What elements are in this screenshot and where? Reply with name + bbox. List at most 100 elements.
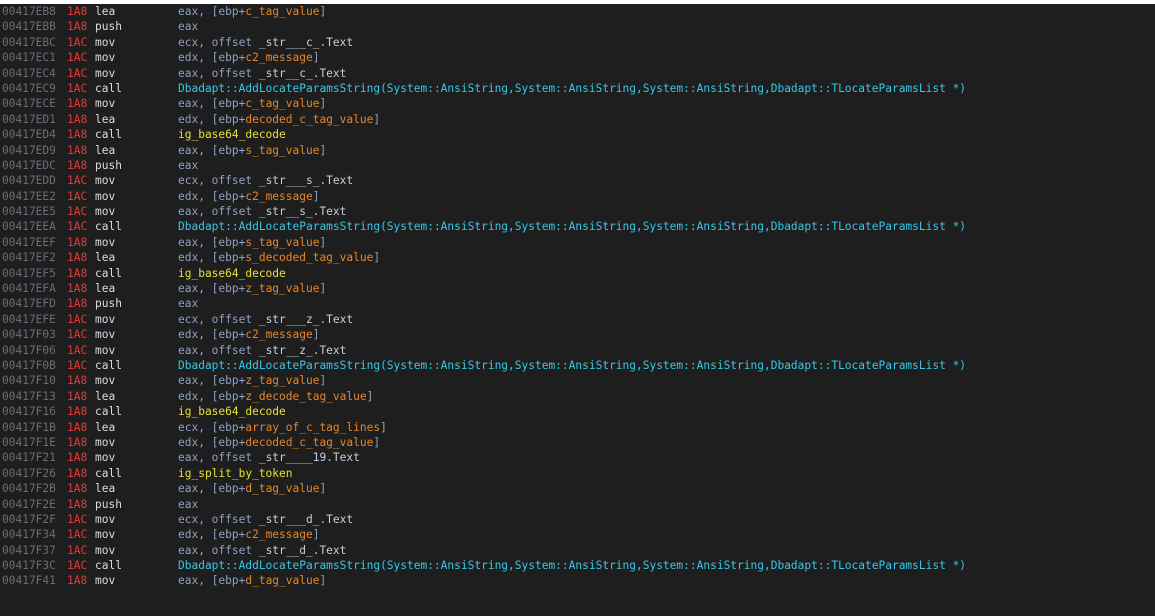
mnemonic[interactable]: mov (95, 50, 115, 65)
mnemonic[interactable]: push (95, 158, 122, 173)
operand-symbol[interactable]: d_tag_value (245, 574, 319, 587)
operand-function[interactable]: ig_split_by_token (178, 467, 293, 480)
address-label[interactable]: 00417EEF (2, 235, 56, 250)
operand-function[interactable]: ig_base64_decode (178, 405, 286, 418)
operand-string-ref[interactable]: _str___d_.Text (259, 513, 353, 526)
address-label[interactable]: 00417F2F (2, 512, 56, 527)
operand-api-call[interactable]: Dbadapt::AddLocateParamsString(System::A… (178, 82, 966, 95)
address-label[interactable]: 00417F41 (2, 573, 56, 588)
address-label[interactable]: 00417F16 (2, 404, 56, 419)
disasm-line[interactable]: 00417F0B 1AC call Dbadapt::AddLocateParamsS… (0, 358, 1155, 373)
mnemonic[interactable]: lea (95, 281, 115, 296)
disasm-line[interactable]: 00417EF2 1A8 lea edx, [ebp+s_decoded_tag_va… (0, 250, 1155, 265)
disasm-line[interactable]: 00417EC4 1AC mov eax, offset _str__c_.Text (0, 66, 1155, 81)
mnemonic[interactable]: mov (95, 327, 115, 342)
operand-symbol[interactable]: c2_message (245, 190, 312, 203)
mnemonic[interactable]: push (95, 19, 122, 34)
disasm-line[interactable]: 00417F21 1A8 mov eax, offset _str____19.Tex… (0, 450, 1155, 465)
operand-symbol[interactable]: z_tag_value (245, 374, 319, 387)
address-label[interactable]: 00417EDC (2, 158, 56, 173)
mnemonic[interactable]: mov (95, 527, 115, 542)
address-label[interactable]: 00417ED9 (2, 143, 56, 158)
operand-symbol[interactable]: decoded_c_tag_value (245, 436, 373, 449)
operand-string-ref[interactable]: _str__s_.Text (259, 205, 347, 218)
mnemonic[interactable]: mov (95, 573, 115, 588)
mnemonic[interactable]: call (95, 466, 122, 481)
address-label[interactable]: 00417EBB (2, 19, 56, 34)
mnemonic[interactable]: mov (95, 189, 115, 204)
address-label[interactable]: 00417EFA (2, 281, 56, 296)
mnemonic[interactable]: lea (95, 112, 115, 127)
address-label[interactable]: 00417EE5 (2, 204, 56, 219)
address-label[interactable]: 00417EB8 (2, 4, 56, 19)
disasm-line[interactable]: 00417F06 1AC mov eax, offset _str__z_.Text (0, 343, 1155, 358)
address-label[interactable]: 00417EBC (2, 35, 56, 50)
operand-symbol[interactable]: c2_message (245, 528, 312, 541)
disasm-line[interactable]: 00417EDD 1AC mov ecx, offset _str___s_.Text (0, 173, 1155, 188)
mnemonic[interactable]: mov (95, 96, 115, 111)
operand-string-ref[interactable]: _str__d_.Text (259, 544, 347, 557)
mnemonic[interactable]: call (95, 358, 122, 373)
operand-symbol[interactable]: s_decoded_tag_value (245, 251, 373, 264)
disasm-line[interactable]: 00417EF5 1A8 call ig_base64_decode (0, 266, 1155, 281)
operand-string-ref[interactable]: _str__c_.Text (259, 67, 347, 80)
mnemonic[interactable]: lea (95, 4, 115, 19)
operand-string-ref[interactable]: _str__z_.Text (259, 344, 347, 357)
mnemonic[interactable]: lea (95, 481, 115, 496)
mnemonic[interactable]: call (95, 266, 122, 281)
mnemonic[interactable]: push (95, 497, 122, 512)
operand-symbol[interactable]: c_tag_value (245, 5, 319, 18)
mnemonic[interactable]: mov (95, 204, 115, 219)
address-label[interactable]: 00417F03 (2, 327, 56, 342)
mnemonic[interactable]: mov (95, 512, 115, 527)
disasm-line[interactable]: 00417F10 1A8 mov eax, [ebp+z_tag_value] (0, 373, 1155, 388)
disasm-line[interactable]: 00417F2E 1A8 push eax (0, 497, 1155, 512)
address-label[interactable]: 00417F2E (2, 497, 56, 512)
mnemonic[interactable]: mov (95, 450, 115, 465)
operand-symbol[interactable]: d_tag_value (245, 482, 319, 495)
disasm-line[interactable]: 00417EEF 1A8 mov eax, [ebp+s_tag_value] (0, 235, 1155, 250)
disasm-line[interactable]: 00417EC1 1AC mov edx, [ebp+c2_message] (0, 50, 1155, 65)
mnemonic[interactable]: push (95, 296, 122, 311)
address-label[interactable]: 00417EC9 (2, 81, 56, 96)
operand-symbol[interactable]: z_tag_value (245, 282, 319, 295)
disasm-line[interactable]: 00417EFE 1AC mov ecx, offset _str___z_.Text (0, 312, 1155, 327)
mnemonic[interactable]: lea (95, 389, 115, 404)
mnemonic[interactable]: mov (95, 435, 115, 450)
mnemonic[interactable]: mov (95, 543, 115, 558)
disasm-line[interactable]: 00417EBB 1A8 push eax (0, 19, 1155, 34)
operand-symbol[interactable]: decoded_c_tag_value (245, 113, 373, 126)
address-label[interactable]: 00417EEA (2, 219, 56, 234)
mnemonic[interactable]: mov (95, 373, 115, 388)
disasm-line[interactable]: 00417EBC 1AC mov ecx, offset _str___c_.Text (0, 35, 1155, 50)
mnemonic[interactable]: mov (95, 312, 115, 327)
address-label[interactable]: 00417F3C (2, 558, 56, 573)
operand-symbol[interactable]: c2_message (245, 51, 312, 64)
mnemonic[interactable]: call (95, 404, 122, 419)
disasm-line[interactable]: 00417EC9 1AC call Dbadapt::AddLocateParamsS… (0, 81, 1155, 96)
address-label[interactable]: 00417EC1 (2, 50, 56, 65)
disasm-line[interactable]: 00417EEA 1AC call Dbadapt::AddLocateParamsS… (0, 219, 1155, 234)
operand-symbol[interactable]: c_tag_value (245, 97, 319, 110)
address-label[interactable]: 00417F37 (2, 543, 56, 558)
disasm-line[interactable]: 00417F1E 1A8 mov edx, [ebp+decoded_c_tag_va… (0, 435, 1155, 450)
disasm-line[interactable]: 00417ED1 1A8 lea edx, [ebp+decoded_c_tag_va… (0, 112, 1155, 127)
address-label[interactable]: 00417F13 (2, 389, 56, 404)
disasm-line[interactable]: 00417F03 1AC mov edx, [ebp+c2_message] (0, 327, 1155, 342)
mnemonic[interactable]: call (95, 219, 122, 234)
mnemonic[interactable]: call (95, 127, 122, 142)
address-label[interactable]: 00417F0B (2, 358, 56, 373)
address-label[interactable]: 00417EE2 (2, 189, 56, 204)
operand-api-call[interactable]: Dbadapt::AddLocateParamsString(System::A… (178, 220, 966, 233)
operand-string-ref[interactable]: _str___c_.Text (259, 36, 353, 49)
operand-symbol[interactable]: array_of_c_tag_lines (245, 421, 380, 434)
disasm-line[interactable]: 00417F41 1A8 mov eax, [ebp+d_tag_value] (0, 573, 1155, 588)
disasm-line[interactable]: 00417F1B 1A8 lea ecx, [ebp+array_of_c_tag_l… (0, 420, 1155, 435)
operand-string-ref[interactable]: _str___z_.Text (259, 313, 353, 326)
disasm-line[interactable]: 00417EB8 1A8 lea eax, [ebp+c_tag_value] (0, 4, 1155, 19)
disasm-line[interactable]: 00417ED4 1A8 call ig_base64_decode (0, 127, 1155, 142)
address-label[interactable]: 00417F21 (2, 450, 56, 465)
mnemonic[interactable]: mov (95, 173, 115, 188)
disasm-line[interactable]: 00417ED9 1A8 lea eax, [ebp+s_tag_value] (0, 143, 1155, 158)
disasm-line[interactable]: 00417F13 1A8 lea edx, [ebp+z_decode_tag_val… (0, 389, 1155, 404)
